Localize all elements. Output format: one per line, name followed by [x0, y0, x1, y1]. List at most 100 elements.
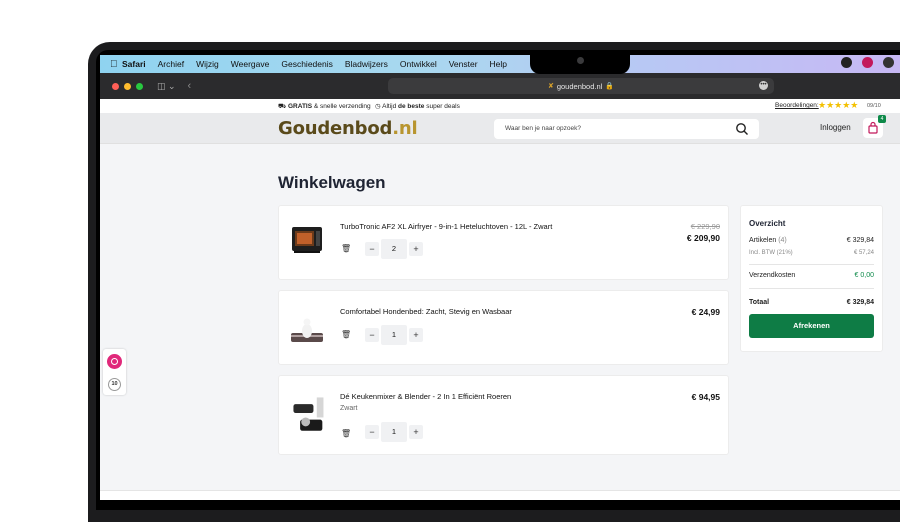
increase-quantity-button[interactable]: + — [409, 242, 423, 256]
item-name[interactable]: Comfortabel Hondenbed: Zacht, Stevig en … — [340, 307, 512, 316]
sidebar-toggle-icon[interactable]: ◫ ⌄ — [157, 81, 176, 92]
summary-vat-value: € 57,24 — [853, 250, 874, 256]
cart-count-badge: 4 — [878, 115, 886, 123]
trash-icon[interactable]: 🗑 — [341, 244, 351, 253]
usp-deals: ◷ Altijd de beste super deals — [375, 102, 460, 110]
usp-deals-text: super deals — [424, 103, 460, 110]
truck-icon: ⛟ — [278, 103, 287, 110]
site-favicon-icon: ✘ — [547, 83, 554, 90]
decrease-quantity-button[interactable]: − — [365, 328, 379, 342]
quantity-value[interactable]: 1 — [381, 325, 407, 345]
cart-item: Dé Keukenmixer & Blender - 2 In 1 Effici… — [278, 375, 729, 455]
item-price: € 24,99 — [691, 307, 720, 317]
chat-bubble-icon[interactable] — [107, 354, 122, 369]
page-title: Winkelwagen — [278, 173, 386, 192]
summary-title: Overzicht — [749, 219, 786, 228]
quantity-stepper: − 1 + — [365, 422, 423, 442]
summary-total-value: € 329,84 — [846, 299, 874, 306]
summary-articles-value: € 329,84 — [846, 237, 874, 244]
decrease-quantity-button[interactable]: − — [365, 242, 379, 256]
status-icon-2[interactable] — [862, 57, 873, 68]
review-score-badge[interactable]: 10 — [108, 378, 121, 391]
summary-shipping-label: Verzendkosten — [749, 272, 796, 279]
usp-deals-bold: de beste — [398, 103, 425, 110]
more-options-icon[interactable]: ••• — [759, 81, 768, 90]
back-arrow-icon[interactable]: ‹ — [188, 80, 192, 92]
summary-articles-label: Artikelen (4) — [749, 237, 787, 244]
site-header: Goudenbod.nl Waar ben je naar opzoek? In… — [100, 113, 900, 144]
quantity-value[interactable]: 2 — [381, 239, 407, 259]
usp-shipping-bold: GRATIS — [288, 103, 313, 110]
menu-weergave[interactable]: Weergave — [231, 59, 270, 69]
item-price: € 209,90 — [686, 233, 720, 243]
address-bar[interactable]: ✘ goudenbod.nl 🔒 ••• — [388, 78, 774, 94]
clock-icon: ◷ — [375, 103, 381, 110]
logo-main: Goudenbod — [278, 118, 393, 139]
trash-icon[interactable]: 🗑 — [341, 330, 351, 339]
menu-geschiedenis[interactable]: Geschiedenis — [281, 59, 333, 69]
lock-icon: 🔒 — [605, 83, 615, 90]
rating-score: 09/10 — [867, 103, 881, 109]
kitchen-mixer-product-image[interactable] — [289, 390, 329, 436]
minimize-window-icon[interactable] — [124, 82, 131, 90]
cart-item: Comfortabel Hondenbed: Zacht, Stevig en … — [278, 290, 729, 365]
menu-app-safari[interactable]: Safari — [122, 59, 146, 69]
zoom-window-icon[interactable] — [136, 82, 143, 90]
item-name[interactable]: TurboTronic AF2 XL Airfryer - 9-in-1 Het… — [340, 222, 552, 231]
summary-divider — [749, 288, 874, 289]
site-logo[interactable]: Goudenbod.nl — [278, 118, 418, 139]
order-summary: Overzicht Artikelen (4) € 329,84 Incl. B… — [740, 205, 883, 352]
menu-help[interactable]: Help — [490, 59, 507, 69]
quantity-stepper: − 2 + — [365, 239, 423, 259]
summary-articles-row: Artikelen (4) € 329,84 — [749, 237, 874, 244]
close-window-icon[interactable] — [112, 82, 119, 90]
summary-divider — [749, 264, 874, 265]
usp-deals-pre: Altijd — [382, 103, 399, 110]
increase-quantity-button[interactable]: + — [409, 425, 423, 439]
reviews-link[interactable]: Beoordelingen: — [775, 102, 819, 109]
item-price: € 94,95 — [691, 392, 720, 402]
summary-shipping-value: € 0,00 — [854, 272, 874, 279]
increase-quantity-button[interactable]: + — [409, 328, 423, 342]
login-link[interactable]: Inloggen — [820, 123, 851, 132]
search-input[interactable]: Waar ben je naar opzoek? — [494, 119, 759, 139]
usp-bar: ⛟ GRATIS & snelle verzending ◷ Altijd de… — [100, 99, 900, 113]
cart-item: TurboTronic AF2 XL Airfryer - 9-in-1 Het… — [278, 205, 729, 280]
menu-archief[interactable]: Archief — [158, 59, 184, 69]
camera-dot — [577, 57, 584, 64]
summary-total-label: Totaal — [749, 299, 770, 306]
menu-venster[interactable]: Venster — [449, 59, 478, 69]
summary-shipping-row: Verzendkosten € 0,00 — [749, 272, 874, 279]
dog-bed-product-image[interactable] — [289, 311, 325, 347]
search-placeholder: Waar ben je naar opzoek? — [505, 125, 582, 132]
trash-icon[interactable]: 🗑 — [341, 429, 351, 438]
status-icon-1[interactable] — [841, 57, 852, 68]
item-name[interactable]: Dé Keukenmixer & Blender - 2 In 1 Effici… — [340, 392, 511, 401]
status-icon-3[interactable] — [883, 57, 894, 68]
articles-label: Artikelen — [749, 237, 777, 244]
summary-vat-label: Incl. BTW (21%) — [749, 250, 793, 256]
macos-menubar:  Safari Archief Wijzig Weergave Geschie… — [100, 55, 900, 73]
decrease-quantity-button[interactable]: − — [365, 425, 379, 439]
menu-bladwijzers[interactable]: Bladwijzers — [345, 59, 388, 69]
summary-vat-row: Incl. BTW (21%) € 57,24 — [749, 250, 874, 256]
url-text: goudenbod.nl — [556, 81, 603, 91]
floating-widget: 10 — [103, 349, 126, 395]
articles-count: (4) — [778, 237, 787, 244]
logo-ext: .nl — [392, 118, 418, 139]
search-icon[interactable] — [735, 122, 749, 136]
apple-icon[interactable]:  — [110, 59, 122, 70]
menu-wijzig[interactable]: Wijzig — [196, 59, 219, 69]
checkout-button[interactable]: Afrekenen — [749, 314, 874, 338]
summary-total-row: Totaal € 329,84 — [749, 299, 874, 306]
rating-stars-icon: ★★★★★ — [818, 100, 859, 110]
airfryer-product-image[interactable] — [289, 222, 325, 258]
usp-shipping: ⛟ GRATIS & snelle verzending — [278, 102, 371, 111]
item-variant: Zwart — [340, 405, 358, 412]
cart-button[interactable]: 4 — [863, 115, 886, 138]
menu-ontwikkel[interactable]: Ontwikkel — [400, 59, 437, 69]
usp-shipping-text: & snelle verzending — [312, 103, 371, 110]
menubar-status-icons — [841, 57, 894, 68]
item-old-price: € 229,90 — [690, 222, 720, 231]
quantity-value[interactable]: 1 — [381, 422, 407, 442]
